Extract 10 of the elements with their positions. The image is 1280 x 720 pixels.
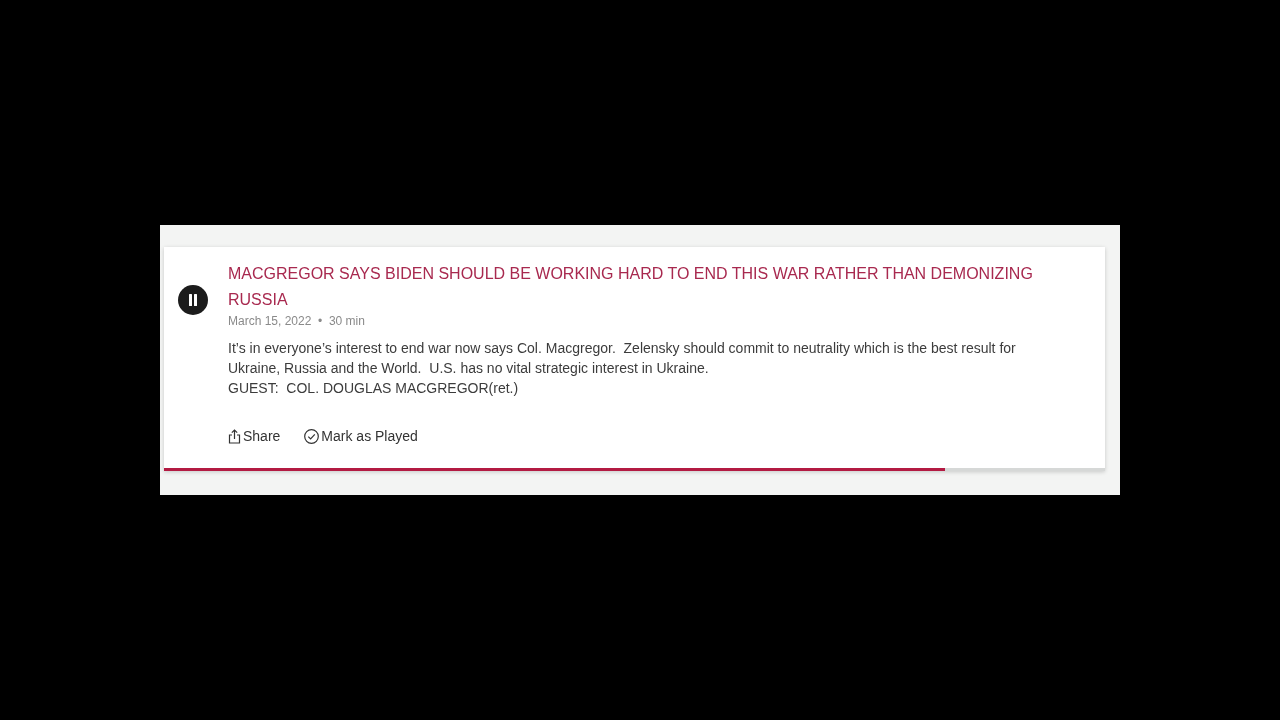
pause-icon (188, 294, 198, 306)
share-icon (228, 428, 241, 444)
progress-track[interactable] (164, 468, 1105, 471)
episode-title-link[interactable]: MACGREGOR SAYS BIDEN SHOULD BE WORKING HARD TO END THIS WAR RATHER THAN DEMONIZING RUSSIA (228, 261, 1050, 313)
episode-date-duration: March 15, 2022 • 30 min (228, 313, 365, 329)
episode-description: It’s in everyone’s interest to end war now says Col. Macgregor. Zelensky should commit to neutrality which is the best result for Ukraine, Russia and the World. U.S. has no vital strategic interest in Ukraine. GUEST: COL. DOUGLAS MACGREGOR(ret.) (228, 339, 1016, 398)
pause-button[interactable] (178, 285, 208, 315)
mark-played-button[interactable]: Mark as Played (304, 424, 418, 448)
share-button[interactable]: Share (228, 424, 281, 448)
check-circle-icon (304, 428, 320, 444)
